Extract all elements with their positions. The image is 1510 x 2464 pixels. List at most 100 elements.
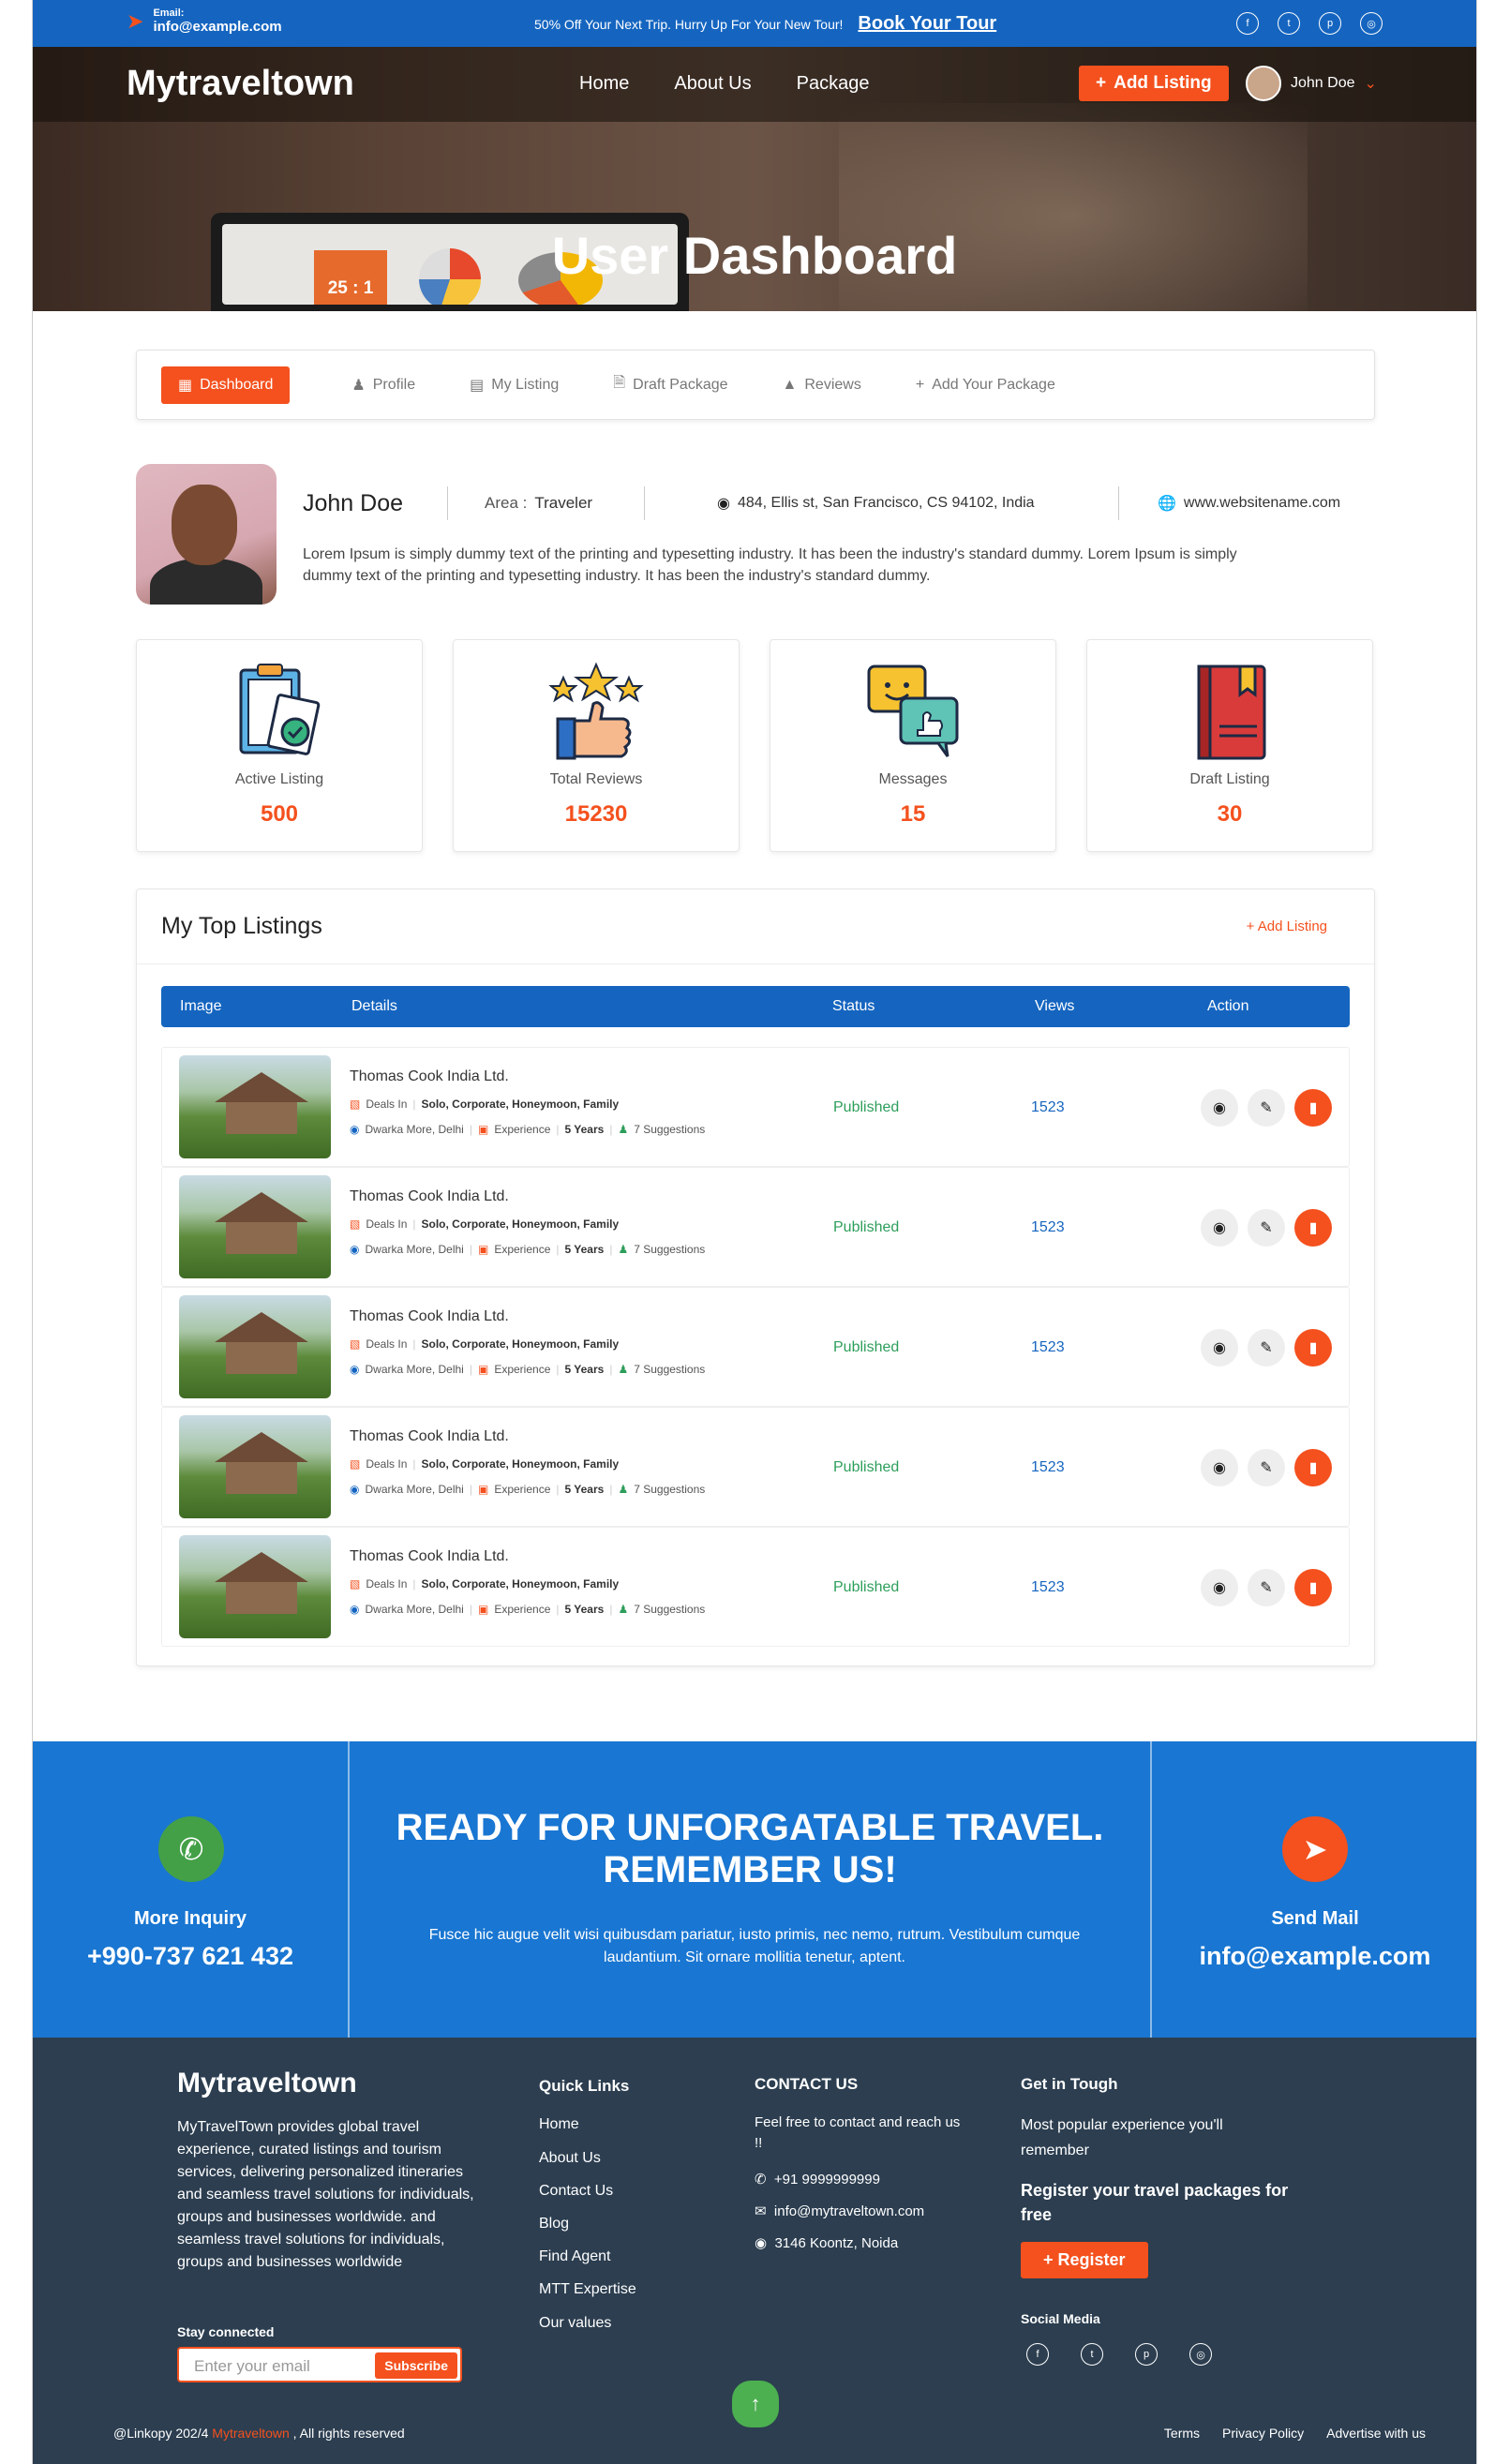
eye-icon: ◉	[1213, 1460, 1226, 1476]
view-button[interactable]: ◉	[1201, 1569, 1238, 1606]
topbar-email-label: Email:	[153, 7, 185, 19]
site-footer: Mytraveltown MyTravelTown provides globa…	[33, 2038, 1476, 2464]
footer-link-about[interactable]: About Us	[539, 2150, 601, 2167]
footer-link-home[interactable]: Home	[539, 2116, 579, 2133]
footer-link-expertise[interactable]: MTT Expertise	[539, 2281, 636, 2298]
subscribe-button[interactable]: Subscribe	[375, 2352, 457, 2379]
footer-link-contact[interactable]: Contact Us	[539, 2183, 613, 2200]
listing-title[interactable]: Thomas Cook India Ltd.	[350, 1548, 509, 1565]
footer-link-blog[interactable]: Blog	[539, 2216, 569, 2233]
register-button[interactable]: + Register	[1021, 2242, 1148, 2278]
book-tour-link[interactable]: Book Your Tour	[858, 13, 996, 35]
contact-email[interactable]: ✉ info@mytraveltown.com	[755, 2203, 924, 2219]
trash-icon: ▮	[1308, 1220, 1318, 1236]
footer-link-find-agent[interactable]: Find Agent	[539, 2248, 611, 2265]
facebook-icon[interactable]: f	[1236, 12, 1259, 35]
delete-button[interactable]: ▮	[1294, 1569, 1332, 1606]
instagram-icon[interactable]: ◎	[1360, 12, 1383, 35]
listing-title[interactable]: Thomas Cook India Ltd.	[350, 1068, 509, 1085]
list-icon: ▤	[470, 377, 485, 394]
listing-image[interactable]	[179, 1415, 331, 1518]
add-listing-link[interactable]: + Add Listing	[1247, 918, 1327, 934]
footer-logo[interactable]: Mytraveltown	[177, 2068, 357, 2099]
site-logo[interactable]: Mytraveltown	[127, 64, 354, 104]
tab-draft-package[interactable]: 🗎 Draft Package	[613, 372, 727, 397]
table-row: Thomas Cook India Ltd. ▧ Deals In | Solo, Co…	[161, 1287, 1350, 1407]
nav-home[interactable]: Home	[579, 73, 629, 95]
contact-phone[interactable]: ✆ +91 9999999999	[755, 2171, 880, 2188]
email-input[interactable]: Enter your email	[194, 2357, 310, 2376]
chat-bubbles-icon	[861, 661, 964, 764]
twitter-icon[interactable]: t	[1081, 2343, 1103, 2366]
tab-profile[interactable]: ♟ Profile	[351, 376, 415, 395]
stars-thumbs-up-icon	[545, 661, 648, 764]
edit-button[interactable]: ✎	[1248, 1089, 1285, 1127]
delete-button[interactable]: ▮	[1294, 1209, 1332, 1247]
website-value[interactable]: www.websitename.com	[1184, 495, 1340, 512]
listing-image[interactable]	[179, 1295, 331, 1398]
map-pin-icon: ◉	[350, 1243, 360, 1256]
listing-title[interactable]: Thomas Cook India Ltd.	[350, 1428, 509, 1445]
instagram-icon[interactable]: ◎	[1189, 2343, 1212, 2366]
stat-value: 30	[1217, 801, 1243, 827]
footer-link-values[interactable]: Our values	[539, 2315, 611, 2332]
file-icon: 🗎	[613, 375, 626, 391]
pinterest-icon[interactable]: p	[1135, 2343, 1158, 2366]
listing-meta: ◉ Dwarka More, Delhi | ▣ Experience | 5 Years |…	[350, 1243, 705, 1256]
paper-plane-icon[interactable]: ➤	[1282, 1816, 1348, 1882]
advertise-link[interactable]: Advertise with us	[1326, 2426, 1426, 2441]
view-button[interactable]: ◉	[1201, 1329, 1238, 1366]
stat-card-total-reviews[interactable]: Total Reviews 15230	[453, 639, 740, 852]
listing-image[interactable]	[179, 1175, 331, 1278]
listing-title[interactable]: Thomas Cook India Ltd.	[350, 1308, 509, 1325]
edit-button[interactable]: ✎	[1248, 1449, 1285, 1486]
users-icon: ♟	[618, 1243, 629, 1256]
nav-about-us[interactable]: About Us	[674, 73, 751, 95]
pinterest-icon[interactable]: p	[1319, 12, 1341, 35]
listing-image-wall	[226, 1222, 297, 1254]
tab-reviews[interactable]: ▲ Reviews	[783, 377, 861, 394]
stat-card-messages[interactable]: Messages 15	[770, 639, 1056, 852]
experience-value: 5 Years	[564, 1243, 605, 1256]
copyright-brand[interactable]: Mytraveltown	[212, 2426, 289, 2441]
listing-title[interactable]: Thomas Cook India Ltd.	[350, 1188, 509, 1205]
grid-icon: ▦	[178, 377, 193, 394]
tab-my-listing[interactable]: ▤ My Listing	[470, 376, 559, 395]
scroll-top-button[interactable]: ↑	[732, 2381, 779, 2427]
edit-button[interactable]: ✎	[1248, 1209, 1285, 1247]
stat-card-draft-listing[interactable]: Draft Listing 30	[1086, 639, 1373, 852]
view-button[interactable]: ◉	[1201, 1449, 1238, 1486]
contact-phone-value: +91 9999999999	[773, 2172, 880, 2188]
terms-link[interactable]: Terms	[1164, 2426, 1200, 2441]
delete-button[interactable]: ▮	[1294, 1329, 1332, 1366]
user-name: John Doe	[1291, 75, 1355, 91]
delete-button[interactable]: ▮	[1294, 1089, 1332, 1127]
tag-icon: ▧	[350, 1457, 361, 1471]
topbar-email-value[interactable]: info@example.com	[153, 19, 281, 35]
listing-image[interactable]	[179, 1535, 331, 1638]
users-icon: ♟	[618, 1363, 629, 1376]
view-button[interactable]: ◉	[1201, 1089, 1238, 1127]
inquiry-phone[interactable]: +990-737 621 432	[33, 1942, 348, 1971]
add-listing-button[interactable]: + Add Listing	[1079, 66, 1229, 101]
edit-button[interactable]: ✎	[1248, 1329, 1285, 1366]
user-menu[interactable]: John Doe ⌄	[1246, 66, 1377, 101]
nav-package[interactable]: Package	[797, 73, 870, 95]
privacy-link[interactable]: Privacy Policy	[1222, 2426, 1304, 2441]
listing-meta: ◉ Dwarka More, Delhi | ▣ Experience | 5 Years |…	[350, 1603, 705, 1616]
twitter-icon[interactable]: t	[1278, 12, 1300, 35]
view-button[interactable]: ◉	[1201, 1209, 1238, 1247]
listing-image[interactable]	[179, 1055, 331, 1158]
tab-add-your-package[interactable]: + Add Your Package	[916, 377, 1055, 394]
deals-label: Deals In	[366, 1337, 408, 1351]
map-pin-icon: ◉	[350, 1483, 360, 1496]
send-mail-email[interactable]: info@example.com	[1152, 1942, 1476, 1971]
facebook-icon[interactable]: f	[1026, 2343, 1049, 2366]
edit-button[interactable]: ✎	[1248, 1569, 1285, 1606]
stat-card-active-listing[interactable]: Active Listing 500	[136, 639, 423, 852]
phone-icon[interactable]: ✆	[158, 1816, 224, 1882]
delete-button[interactable]: ▮	[1294, 1449, 1332, 1486]
trash-icon: ▮	[1308, 1460, 1318, 1476]
deals-value: Solo, Corporate, Honeymoon, Family	[421, 1577, 620, 1590]
tab-dashboard[interactable]: ▦ Dashboard	[161, 366, 291, 404]
